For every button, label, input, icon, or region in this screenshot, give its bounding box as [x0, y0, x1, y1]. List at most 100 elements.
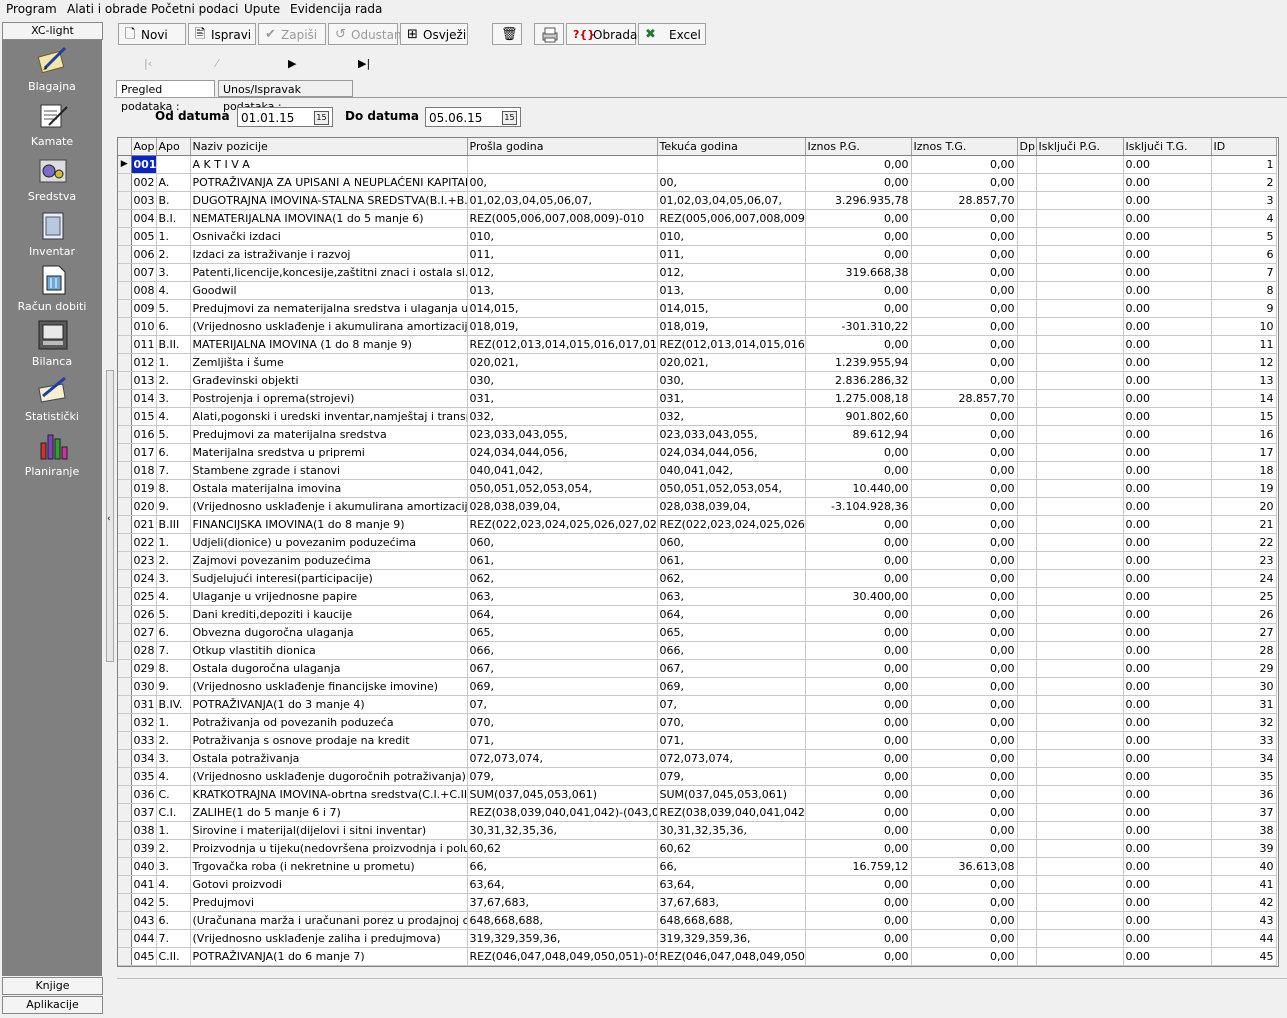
- table-cell[interactable]: 0,00: [805, 641, 912, 660]
- table-row[interactable]: 002 A. POTRAŽIVANJA ZA UPISANI A NEUPLAĆEN…: [118, 173, 1277, 192]
- table-cell[interactable]: 063,: [657, 587, 806, 606]
- table-cell[interactable]: 015: [131, 407, 157, 426]
- sidebar-item-kamate[interactable]: Kamate: [2, 99, 102, 153]
- table-row[interactable]: 037 C.I. ZALIHE(1 do 5 manje 6 i 7) REZ(038…: [118, 803, 1277, 822]
- table-cell[interactable]: Predujmovi: [190, 893, 468, 912]
- table-cell[interactable]: 0,00: [911, 155, 1018, 174]
- table-cell[interactable]: [1017, 263, 1037, 282]
- table-cell[interactable]: 012: [131, 353, 157, 372]
- table-row[interactable]: 008 4. Goodwil 013, 013, 0,00 0,00 0.00 8: [118, 281, 1277, 300]
- table-cell[interactable]: Osnivački izdaci: [190, 227, 468, 246]
- table-cell[interactable]: 6.: [156, 623, 191, 642]
- table-cell[interactable]: Zemljišta i šume: [190, 353, 468, 372]
- table-cell[interactable]: B.IV.: [156, 695, 191, 714]
- table-cell[interactable]: [1017, 929, 1037, 948]
- table-cell[interactable]: 066,: [657, 641, 806, 660]
- table-cell[interactable]: 37: [1211, 803, 1277, 822]
- row-indicator[interactable]: [118, 425, 132, 444]
- table-cell[interactable]: REZ(038,039,040,041,042)-(04: [657, 803, 806, 822]
- table-cell[interactable]: Predujmovi za nematerijalna sredstva i u…: [190, 299, 468, 318]
- table-cell[interactable]: 0,00: [805, 173, 912, 192]
- table-cell[interactable]: Dani krediti,depoziti i kaucije: [190, 605, 468, 624]
- table-cell[interactable]: [1036, 281, 1124, 300]
- table-cell[interactable]: [1036, 677, 1124, 696]
- table-cell[interactable]: 7: [1211, 263, 1277, 282]
- ispravi-button[interactable]: 🖹 Ispravi: [188, 23, 256, 45]
- table-cell[interactable]: 32: [1211, 713, 1277, 732]
- table-cell[interactable]: 012,: [467, 263, 658, 282]
- table-cell[interactable]: Patenti,licencije,koncesije,zaštitni zna…: [190, 263, 468, 282]
- table-cell[interactable]: 4: [1211, 209, 1277, 228]
- table-cell[interactable]: 0,00: [805, 695, 912, 714]
- table-cell[interactable]: 16: [1211, 425, 1277, 444]
- table-cell[interactable]: 22: [1211, 533, 1277, 552]
- table-cell[interactable]: [1017, 281, 1037, 300]
- row-indicator[interactable]: [118, 299, 132, 318]
- table-cell[interactable]: 0,00: [805, 569, 912, 588]
- table-cell[interactable]: 033: [131, 731, 157, 750]
- table-cell[interactable]: 014: [131, 389, 157, 408]
- table-cell[interactable]: 9: [1211, 299, 1277, 318]
- table-cell[interactable]: ZALIHE(1 do 5 manje 6 i 7): [190, 803, 468, 822]
- table-cell[interactable]: 0.00: [1123, 749, 1212, 768]
- table-cell[interactable]: [1017, 173, 1037, 192]
- row-indicator[interactable]: [118, 173, 132, 192]
- row-indicator[interactable]: [118, 947, 132, 966]
- table-cell[interactable]: 024,034,044,056,: [467, 443, 658, 462]
- table-cell[interactable]: 070,: [467, 713, 658, 732]
- table-cell[interactable]: 0.00: [1123, 515, 1212, 534]
- table-cell[interactable]: 3.: [156, 569, 191, 588]
- calendar-icon[interactable]: 15: [502, 111, 517, 125]
- table-cell[interactable]: Trgovačka roba (i nekretnine u prometu): [190, 857, 468, 876]
- table-cell[interactable]: [1017, 641, 1037, 660]
- table-cell[interactable]: 0.00: [1123, 605, 1212, 624]
- table-row[interactable]: ▶ 001 A K T I V A 0,00 0,00 0.00 1: [118, 155, 1277, 174]
- table-cell[interactable]: REZ(022,023,024,025,026,027: [657, 515, 806, 534]
- table-cell[interactable]: 37,67,683,: [467, 893, 658, 912]
- table-cell[interactable]: 0.00: [1123, 209, 1212, 228]
- row-indicator[interactable]: [118, 605, 132, 624]
- table-cell[interactable]: 24: [1211, 569, 1277, 588]
- table-cell[interactable]: 031: [131, 695, 157, 714]
- table-cell[interactable]: [1017, 749, 1037, 768]
- table-cell[interactable]: 4.: [156, 767, 191, 786]
- table-cell[interactable]: REZ(005,006,007,008,009)-010: [467, 209, 658, 228]
- table-cell[interactable]: 00,: [467, 173, 658, 192]
- table-cell[interactable]: REZ(046,047,048,049,050,051: [657, 947, 806, 966]
- row-indicator[interactable]: [118, 677, 132, 696]
- table-row[interactable]: 044 7. (Vrijednosno usklađenje zaliha i pr…: [118, 929, 1277, 948]
- table-cell[interactable]: 34: [1211, 749, 1277, 768]
- table-cell[interactable]: 3.: [156, 263, 191, 282]
- row-indicator[interactable]: [118, 587, 132, 606]
- row-indicator[interactable]: [118, 695, 132, 714]
- table-cell[interactable]: C.: [156, 785, 191, 804]
- table-cell[interactable]: 5.: [156, 299, 191, 318]
- table-cell[interactable]: 0,00: [911, 299, 1018, 318]
- table-cell[interactable]: 0.00: [1123, 839, 1212, 858]
- sidebar-item-inventar[interactable]: Inventar: [2, 209, 102, 263]
- table-cell[interactable]: 013,: [467, 281, 658, 300]
- sidebar-header-button[interactable]: XC-light: [2, 22, 103, 40]
- table-cell[interactable]: [1036, 299, 1124, 318]
- table-cell[interactable]: 17: [1211, 443, 1277, 462]
- table-row[interactable]: 024 3. Sudjelujući interesi(participacije)…: [118, 569, 1277, 588]
- table-cell[interactable]: 0.00: [1123, 461, 1212, 480]
- row-indicator[interactable]: [118, 335, 132, 354]
- row-indicator[interactable]: [118, 443, 132, 462]
- table-cell[interactable]: 0,00: [805, 245, 912, 264]
- table-cell[interactable]: [1017, 569, 1037, 588]
- table-cell[interactable]: 0.00: [1123, 551, 1212, 570]
- table-cell[interactable]: 10.440,00: [805, 479, 912, 498]
- table-cell[interactable]: 36: [1211, 785, 1277, 804]
- table-cell[interactable]: 7.: [156, 929, 191, 948]
- table-cell[interactable]: 5.: [156, 425, 191, 444]
- table-cell[interactable]: [1017, 209, 1037, 228]
- column-header[interactable]: Iznos T.G.: [911, 138, 1018, 156]
- table-cell[interactable]: Predujmovi za materijalna sredstva: [190, 425, 468, 444]
- table-cell[interactable]: 0,00: [911, 785, 1018, 804]
- table-cell[interactable]: 0,00: [911, 425, 1018, 444]
- table-cell[interactable]: 0,00: [911, 767, 1018, 786]
- table-cell[interactable]: 7.: [156, 641, 191, 660]
- table-cell[interactable]: REZ(012,013,014,015,016,017,018,019: [467, 335, 658, 354]
- table-cell[interactable]: [1036, 479, 1124, 498]
